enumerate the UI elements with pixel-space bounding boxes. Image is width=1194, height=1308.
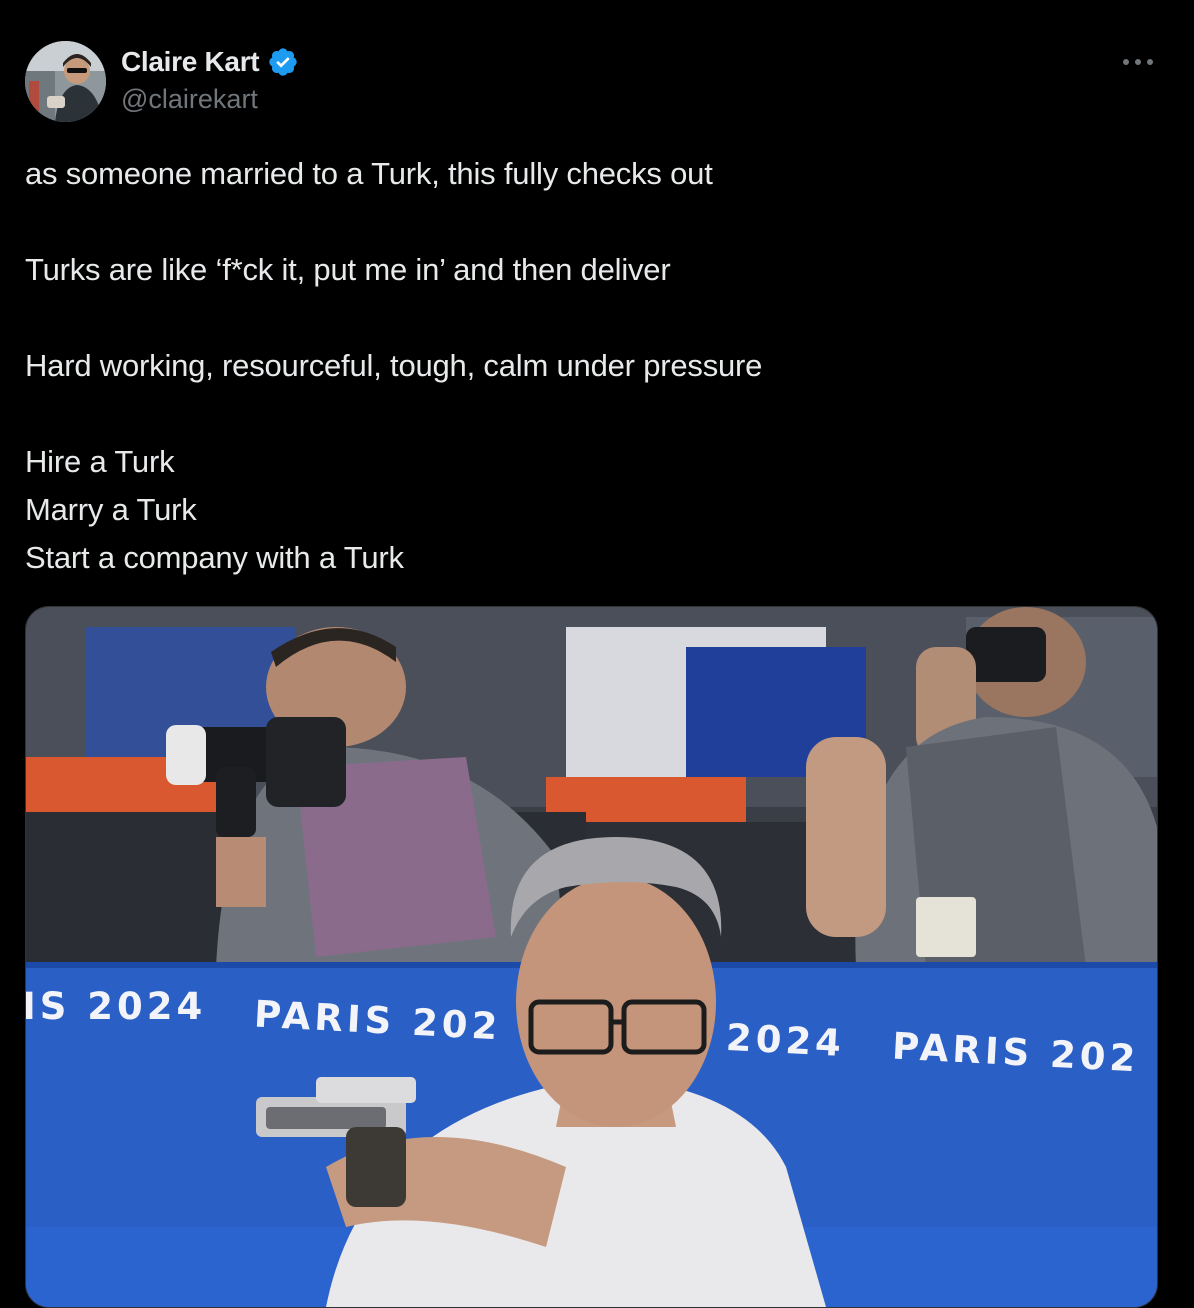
tweet-text: as someone married to a Turk, this fully… — [25, 150, 1155, 582]
tweet[interactable]: Claire Kart @clairekart as someone marri… — [0, 0, 1194, 1308]
tweet-line: Turks are like ‘f*ck it, put me in’ and … — [25, 252, 671, 287]
author-avatar[interactable] — [25, 41, 106, 122]
avatar-photo — [25, 41, 106, 122]
more-options-button[interactable] — [1118, 46, 1158, 78]
tweet-line: Start a company with a Turk — [25, 540, 404, 575]
tweet-line: Hire a Turk — [25, 444, 175, 479]
tweet-line: as someone married to a Turk, this fully… — [25, 156, 713, 191]
tweet-media-photo[interactable]: IS 2024 PARIS 202 2024 PARIS 202 — [25, 606, 1158, 1308]
author-name-row: Claire Kart — [121, 44, 301, 80]
more-options-icon — [1123, 59, 1153, 65]
olympic-shooter-photo — [26, 607, 1157, 1307]
verified-badge-icon[interactable] — [267, 45, 301, 79]
author-handle[interactable]: @clairekart — [121, 84, 258, 115]
author-display-name[interactable]: Claire Kart — [121, 46, 260, 78]
tweet-line: Marry a Turk — [25, 492, 197, 527]
banner-text: 2024 — [724, 1015, 847, 1066]
banner-text: IS 2024 — [25, 985, 207, 1028]
tweet-line: Hard working, resourceful, tough, calm u… — [25, 348, 763, 383]
